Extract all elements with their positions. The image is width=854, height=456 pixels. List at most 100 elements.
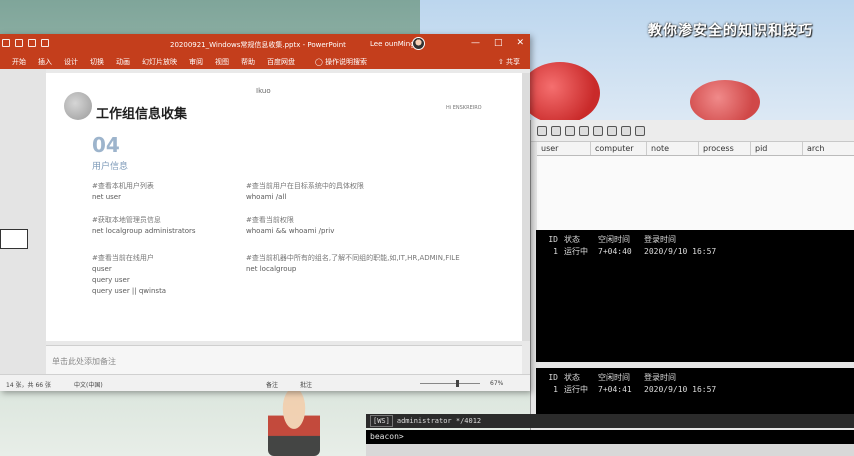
slide-heading[interactable]: 工作组信息收集	[96, 103, 187, 122]
slide-thumbnail-pane[interactable]	[0, 69, 46, 374]
zoom-level[interactable]: 67%	[490, 380, 503, 387]
wallpaper-red-ball-small	[690, 80, 760, 124]
save-icon[interactable]	[2, 39, 10, 47]
text-block-online-users[interactable]: #查看当前在线用户 quser query user query user ||…	[92, 253, 166, 297]
powerpoint-titlebar: 20200921_Windows常规信息收集.pptx - PowerPoint…	[0, 34, 530, 54]
wallpaper-figure	[268, 388, 320, 456]
tell-me-search[interactable]: ◯ 操作说明搜索	[301, 57, 367, 67]
column-note[interactable]: note	[647, 142, 699, 155]
status-text: administrator */4012	[396, 417, 482, 425]
console-header-row: ID 状态 空闲时间 登录时间	[536, 372, 854, 384]
image-icon[interactable]	[635, 125, 645, 136]
text-block-local-users[interactable]: #查看本机用户列表 net user	[92, 181, 154, 203]
block-command: whoami /all	[246, 193, 287, 201]
notes-pane[interactable]: 单击此处添加备注	[46, 345, 522, 374]
connect-icon[interactable]	[537, 125, 547, 136]
comments-toggle-button[interactable]: 批注	[300, 380, 312, 389]
targets-icon[interactable]	[607, 125, 617, 136]
slide-logo: Hi ENSKREIRO	[446, 105, 482, 111]
tab-design[interactable]: 设计	[58, 57, 84, 67]
tab-transitions[interactable]: 切换	[84, 57, 110, 67]
column-user[interactable]: user	[537, 142, 591, 155]
col-state: 状态	[564, 373, 580, 382]
tab-insert[interactable]: 插入	[32, 57, 58, 67]
block-title: #查当前机器中所有的组名,了解不同组的职能,如,IT,HR,ADMIN,FILE	[246, 254, 460, 262]
section-number[interactable]: 04	[92, 133, 120, 157]
text-block-local-admins[interactable]: #获取本地管理员信息 net localgroup administrators	[92, 215, 196, 237]
avatar[interactable]	[412, 37, 425, 50]
text-block-user-privileges[interactable]: #查当前用户在目标系统中的具体权限 whoami /all	[246, 181, 364, 203]
close-button[interactable]: ✕	[516, 38, 524, 48]
section-subtitle[interactable]: 用户信息	[92, 159, 128, 172]
row-id: 1	[553, 247, 558, 256]
col-idle-time: 空闲时间	[598, 373, 630, 382]
tab-home[interactable]: 开始	[6, 57, 32, 67]
maximize-button[interactable]: □	[494, 38, 503, 48]
window-title: 20200921_Windows常规信息收集.pptx - PowerPoint	[170, 41, 346, 49]
tab-view[interactable]: 视图	[209, 57, 235, 67]
slideshow-icon[interactable]	[41, 39, 49, 47]
tab-baidu-netdisk[interactable]: 百度网盘	[261, 57, 301, 67]
user-name[interactable]: Lee ounMing	[370, 40, 415, 48]
row-logon-time: 2020/9/10 16:57	[644, 385, 717, 394]
col-id: ID	[548, 373, 558, 382]
text-block-current-privileges[interactable]: #查看当前权限 whoami && whoami /priv	[246, 215, 334, 237]
table-icon[interactable]	[593, 125, 603, 136]
session-table-header: user computer note process pid arch	[537, 142, 854, 156]
disconnect-icon[interactable]	[551, 125, 561, 136]
undo-icon[interactable]	[15, 39, 23, 47]
zoom-slider-thumb[interactable]	[456, 380, 459, 387]
col-id: ID	[548, 235, 558, 244]
beacon-bottom-bar	[366, 444, 854, 456]
slide-count: 14 张，共 66 张	[6, 382, 51, 389]
column-arch[interactable]: arch	[803, 142, 854, 155]
redo-icon[interactable]	[28, 39, 36, 47]
beacon-command-input[interactable]: beacon>	[366, 430, 854, 444]
col-logon-time: 登录时间	[644, 373, 676, 382]
block-title: #查看本机用户列表	[92, 182, 154, 190]
column-pid[interactable]: pid	[751, 142, 803, 155]
block-command: net localgroup administrators	[92, 227, 196, 235]
console-row: 1 运行中 7+04:40 2020/9/10 16:57	[536, 246, 854, 258]
col-state: 状态	[564, 235, 580, 244]
row-id: 1	[553, 385, 558, 394]
tab-help[interactable]: 帮助	[235, 57, 261, 67]
lightbulb-icon: ◯	[315, 57, 326, 66]
row-logon-time: 2020/9/10 16:57	[644, 247, 717, 256]
zoom-slider[interactable]	[420, 380, 480, 387]
col-idle-time: 空闲时间	[598, 235, 630, 244]
block-command: whoami && whoami /priv	[246, 227, 335, 235]
block-command: net localgroup	[246, 265, 297, 273]
text-block-local-groups[interactable]: #查当前机器中所有的组名,了解不同组的职能,如,IT,HR,ADMIN,FILE…	[246, 253, 460, 275]
row-state: 运行中	[564, 247, 588, 256]
language-indicator[interactable]: 中文(中国)	[74, 380, 103, 389]
notes-placeholder: 单击此处添加备注	[52, 357, 116, 366]
slide-canvas[interactable]: 工作组信息收集 Ikuo Hi ENSKREIRO 04 用户信息 #查看本机用…	[46, 73, 522, 341]
column-process[interactable]: process	[699, 142, 751, 155]
slide-scrollbar[interactable]	[522, 73, 530, 341]
share-button[interactable]: ⇧ 共享	[498, 57, 530, 67]
col-logon-time: 登录时间	[644, 235, 676, 244]
row-state: 运行中	[564, 385, 588, 394]
minimize-button[interactable]: —	[471, 38, 480, 48]
beacon-console-output-2: ID 状态 空闲时间 登录时间 1 运行中 7+04:41 2020/9/10 …	[536, 368, 854, 414]
powerpoint-status-bar: 14 张，共 66 张 中文(中国) 备注 批注 67%	[0, 374, 530, 391]
tab-review[interactable]: 审阅	[183, 57, 209, 67]
beacon-console-output: ID 状态 空闲时间 登录时间 1 运行中 7+04:40 2020/9/10 …	[536, 230, 854, 362]
quick-access-toolbar	[2, 39, 49, 47]
notes-toggle-button[interactable]: 备注	[266, 380, 278, 389]
beacon-toolbar	[531, 120, 854, 142]
column-computer[interactable]: computer	[591, 142, 647, 155]
video-watermark: 教你渗安全的知识和技巧	[648, 23, 813, 39]
graph-icon[interactable]	[579, 125, 589, 136]
slide-thumbnail[interactable]	[0, 229, 28, 249]
ribbon-tabs: 开始 插入 设计 切换 动画 幻灯片放映 审阅 视图 帮助 百度网盘 ◯ 操作说…	[0, 54, 530, 69]
tab-animations[interactable]: 动画	[110, 57, 136, 67]
status-tag: [WS]	[370, 415, 393, 427]
row-idle-time: 7+04:40	[598, 247, 632, 256]
tab-slideshow[interactable]: 幻灯片放映	[136, 57, 183, 67]
block-title: #查当前用户在目标系统中的具体权限	[246, 182, 364, 190]
listeners-icon[interactable]	[565, 125, 575, 136]
row-idle-time: 7+04:41	[598, 385, 632, 394]
key-icon[interactable]	[621, 125, 631, 136]
